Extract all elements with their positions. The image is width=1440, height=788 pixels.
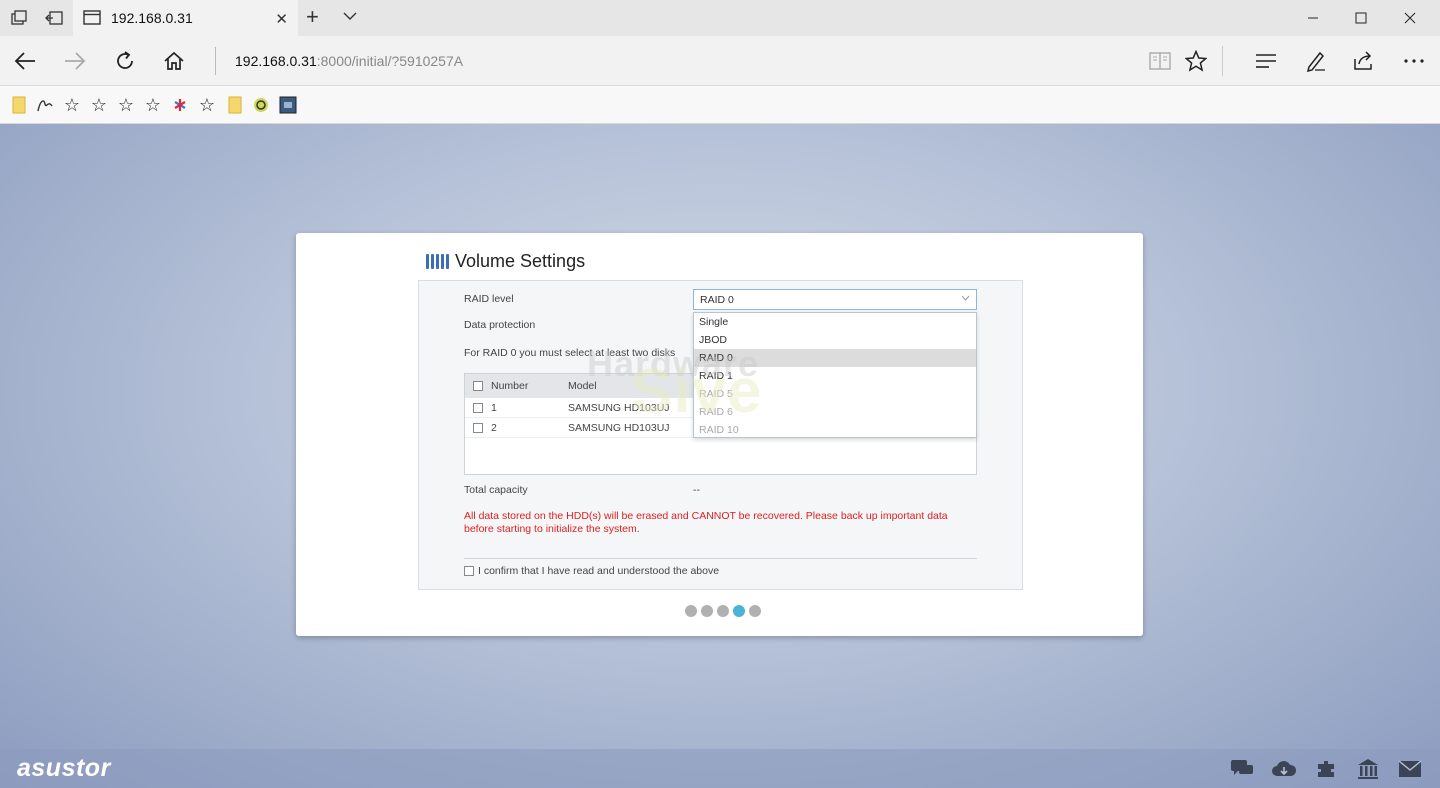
confirm-label: I confirm that I have read and understoo… <box>478 565 720 577</box>
folder-icon[interactable] <box>226 96 244 114</box>
window-close-icon[interactable] <box>1387 0 1433 36</box>
raid-level-label: RAID level <box>464 293 514 305</box>
forward-icon[interactable] <box>60 47 90 75</box>
back-icon[interactable] <box>10 47 40 75</box>
step-indicator <box>685 605 761 617</box>
url-host: 192.168.0.31 <box>235 53 317 69</box>
raid-option-raid5: RAID 5 <box>699 388 733 400</box>
tab-bar: 192.168.0.31 ✕ + <box>0 0 1440 36</box>
disk-number: 1 <box>491 401 497 414</box>
step-dot[interactable] <box>749 605 761 617</box>
app-tile-icon[interactable] <box>279 96 297 114</box>
raid-level-value: RAID 0 <box>700 294 734 306</box>
raid-option-raid10: RAID 10 <box>699 424 739 436</box>
step-dot-active[interactable] <box>733 605 745 617</box>
app-central-icon[interactable] <box>1313 758 1339 780</box>
page-background: Volume Settings RAID level RAID 0 Single… <box>0 124 1440 788</box>
disk-checkbox[interactable] <box>473 422 483 433</box>
step-dot[interactable] <box>685 605 697 617</box>
asustor-logo: asustor <box>17 754 111 782</box>
raid-option-raid0[interactable]: RAID 0 <box>694 349 976 367</box>
chat-icon[interactable] <box>1229 758 1255 780</box>
address-bar: 192.168.0.31:8000/initial/?5910257A <box>0 36 1440 86</box>
step-dot[interactable] <box>717 605 729 617</box>
more-icon[interactable] <box>1399 47 1429 75</box>
home-icon[interactable] <box>159 47 189 75</box>
address-separator <box>215 47 216 75</box>
volume-settings-title: Volume Settings <box>455 251 586 271</box>
data-protection-label: Data protection <box>464 319 536 331</box>
close-tab-icon[interactable]: ✕ <box>275 10 288 28</box>
footer-bar: asustor <box>0 749 1440 788</box>
volume-settings-card: Volume Settings RAID level RAID 0 Single… <box>296 233 1143 636</box>
raid-level-dropdown: Single JBOD RAID 0 RAID 1 RAID 5 RAID 6 … <box>693 312 977 438</box>
cloud-download-icon[interactable] <box>1271 758 1297 780</box>
share-icon[interactable] <box>1349 47 1379 75</box>
reading-view-icon[interactable] <box>1145 47 1175 75</box>
star-icon[interactable]: ☆ <box>117 96 135 114</box>
raid-option-jbod[interactable]: JBOD <box>694 331 976 349</box>
divider <box>464 558 977 559</box>
confirm-row[interactable]: I confirm that I have read and understoo… <box>464 565 719 577</box>
star-icon[interactable]: ☆ <box>90 96 108 114</box>
site-logo-icon[interactable] <box>252 96 270 114</box>
data-erase-warning: All data stored on the HDD(s) will be er… <box>464 510 948 535</box>
confirm-checkbox[interactable] <box>464 566 474 576</box>
raid-option-single[interactable]: Single <box>694 313 976 331</box>
favorites-bar: ☆ ☆ ☆ ☆ ☆ <box>0 86 1440 124</box>
step-dot[interactable] <box>701 605 713 617</box>
browser-tab[interactable]: 192.168.0.31 ✕ <box>73 0 298 36</box>
disks-icon <box>426 254 449 269</box>
new-tab-button[interactable]: + <box>306 6 319 28</box>
library-icon[interactable] <box>1355 758 1381 780</box>
star-icon[interactable]: ☆ <box>63 96 81 114</box>
url-field[interactable]: 192.168.0.31:8000/initial/?5910257A <box>235 53 463 69</box>
disk-checkbox[interactable] <box>473 402 483 413</box>
disk-requirement-hint: For RAID 0 you must select at least two … <box>464 347 676 359</box>
star-icon[interactable]: ☆ <box>198 96 216 114</box>
chevron-down-icon[interactable] <box>342 8 358 29</box>
set-tabs-aside-icon[interactable] <box>40 6 68 30</box>
minimize-icon[interactable] <box>1290 0 1336 36</box>
url-path: :8000/initial/?5910257A <box>316 53 464 69</box>
disk-number: 2 <box>491 421 497 434</box>
mail-icon[interactable] <box>1397 758 1423 780</box>
settings-panel: RAID level RAID 0 Single JBOD RAID 0 RAI… <box>418 280 1023 590</box>
refresh-icon[interactable] <box>110 47 140 75</box>
raid-option-raid1[interactable]: RAID 1 <box>694 367 976 385</box>
raid-option-raid6: RAID 6 <box>699 406 733 418</box>
column-header: Number <box>491 380 529 392</box>
hub-icon[interactable] <box>1251 47 1281 75</box>
total-capacity-value: -- <box>693 484 700 496</box>
chevron-down-icon <box>961 293 970 303</box>
folder-icon[interactable] <box>10 96 28 114</box>
asterisk-icon[interactable] <box>171 96 189 114</box>
tab-title: 192.168.0.31 <box>111 10 193 26</box>
raid-level-select[interactable]: RAID 0 <box>693 289 977 310</box>
tab-preview-icon[interactable] <box>5 6 33 30</box>
signature-icon[interactable] <box>36 96 54 114</box>
toolbar-separator <box>1222 46 1223 76</box>
select-all-checkbox[interactable] <box>473 381 483 391</box>
total-capacity-label: Total capacity <box>464 484 528 496</box>
star-icon[interactable]: ☆ <box>144 96 162 114</box>
maximize-icon[interactable] <box>1338 0 1384 36</box>
page-title: Volume Settings <box>426 251 585 272</box>
favorite-star-icon[interactable] <box>1181 47 1211 75</box>
page-icon <box>83 10 101 30</box>
web-note-icon[interactable] <box>1301 47 1331 75</box>
